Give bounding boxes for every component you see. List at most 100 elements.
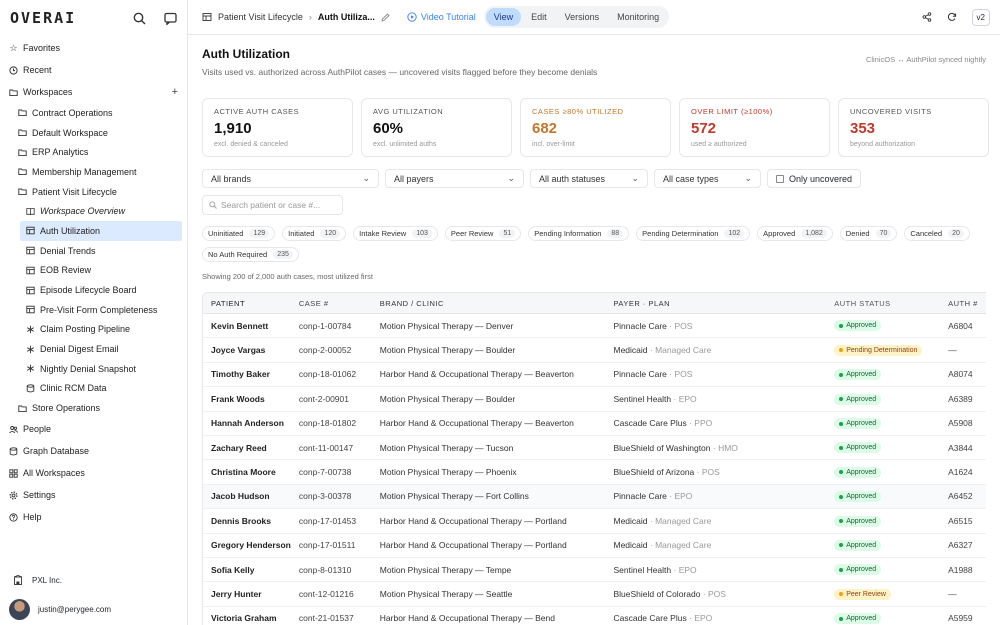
user-menu[interactable]: justin@perygee.com <box>0 593 187 625</box>
breadcrumb-parent[interactable]: Patient Visit Lifecycle <box>218 12 303 22</box>
brand-select[interactable]: All brands ⌄ <box>202 169 379 188</box>
column-header-auth[interactable]: AUTH # <box>948 299 986 308</box>
table-row[interactable]: Frank Woods cont-2-00901 Motion Physical T… <box>203 387 986 412</box>
search-input[interactable]: Search patient or case #... <box>202 195 343 215</box>
main-content: Auth Utilization Visits used vs. authori… <box>188 36 1000 625</box>
version-badge[interactable]: v2 <box>971 8 990 26</box>
cell-status: Approved <box>834 442 948 454</box>
brand-select-value: All brands <box>211 173 252 184</box>
table-row[interactable]: Zachary Reed cont-11-00147 Motion Physical… <box>203 436 986 461</box>
sidebar-item-erp-analytics[interactable]: ERP Analytics <box>0 142 187 162</box>
table-row[interactable]: Christina Moore conp-7-00738 Motion Physic… <box>203 460 986 485</box>
tab-versions[interactable]: Versions <box>557 8 608 26</box>
sidebar-item-all-workspaces[interactable]: All Workspaces <box>0 462 187 484</box>
sidebar-item-pre-visit-form-completeness[interactable]: Pre-Visit Form Completeness <box>0 300 187 320</box>
chip-count: 102 <box>724 229 745 238</box>
chat-icon[interactable] <box>164 12 177 25</box>
payer-name: Cascade Care Plus <box>613 613 687 624</box>
cell-status: Approved <box>834 418 948 429</box>
checkbox[interactable] <box>776 174 784 183</box>
pencil-icon[interactable] <box>381 12 390 22</box>
sidebar-item-label: All Workspaces <box>23 468 85 478</box>
sidebar-item-favorites[interactable]: ☆ Favorites <box>0 37 187 59</box>
column-header-patient[interactable]: PATIENT <box>203 299 299 308</box>
sidebar-item-clinic-rcm-data[interactable]: Clinic RCM Data <box>0 379 187 399</box>
cell-status: Approved <box>834 393 948 405</box>
table-row[interactable]: Timothy Baker conp-18-01062 Harbor Hand & … <box>203 363 986 388</box>
tab-view[interactable]: View <box>485 8 522 26</box>
tab-edit[interactable]: Edit <box>523 8 555 26</box>
tab-monitoring[interactable]: Monitoring <box>609 8 667 26</box>
chevron-down-icon: ⌄ <box>631 173 639 183</box>
refresh-icon[interactable] <box>947 12 957 22</box>
table-row[interactable]: Jacob Hudson conp-3-00378 Motion Physical … <box>203 484 986 510</box>
workflow-icon <box>26 345 35 354</box>
table-row[interactable]: Sofia Kelly conp-8-01310 Motion Physical T… <box>203 558 986 583</box>
status-chip-pending-determination[interactable]: Pending Determination 102 <box>636 226 751 241</box>
only-uncovered-toggle[interactable]: Only uncovered <box>767 169 862 188</box>
chip-label: Intake Review <box>359 229 407 238</box>
status-chip-denied[interactable]: Denied 70 <box>839 226 898 241</box>
share-icon[interactable] <box>922 12 932 22</box>
column-header-payer-plan[interactable]: PAYER · PLAN <box>613 299 834 308</box>
sidebar-item-contract-operations[interactable]: Contract Operations <box>0 103 187 123</box>
status-chip-canceled[interactable]: Canceled 20 <box>904 226 970 241</box>
sidebar-item-label: Store Operations <box>32 403 101 414</box>
table-row[interactable]: Jerry Hunter cont-12-01216 Motion Physical… <box>203 582 986 607</box>
payer-select[interactable]: All payers ⌄ <box>385 169 524 188</box>
sidebar-item-membership-management[interactable]: Membership Management <box>0 162 187 182</box>
sidebar-item-settings[interactable]: Settings <box>0 484 187 506</box>
column-header-case[interactable]: CASE # <box>299 299 380 308</box>
search-icon[interactable] <box>133 12 146 25</box>
kpi-value: 353 <box>850 120 876 137</box>
sidebar-item-workspace-overview[interactable]: Workspace Overview <box>0 201 187 221</box>
sidebar-item-denial-digest-email[interactable]: Denial Digest Email <box>0 339 187 359</box>
sidebar-item-graph-database[interactable]: Graph Database <box>0 440 187 462</box>
status-chip-no-auth-required[interactable]: No Auth Required 235 <box>202 247 299 262</box>
status-select[interactable]: All auth statuses ⌄ <box>530 169 648 188</box>
sidebar-item-default-workspace[interactable]: Default Workspace <box>0 123 187 143</box>
video-tutorial-link[interactable]: Video Tutorial <box>407 12 476 22</box>
cell-clinic: Harbor Hand & Occupational Therapy — Ben… <box>379 613 555 624</box>
table-row[interactable]: Gregory Henderson conp-17-01511 Harbor Han… <box>203 534 986 558</box>
sidebar-item-claim-posting-pipeline[interactable]: Claim Posting Pipeline <box>0 320 187 340</box>
table-row[interactable]: Joyce Vargas conp-2-00052 Motion Physical … <box>203 338 986 363</box>
column-header-auth-status[interactable]: AUTH STATUS <box>834 299 948 308</box>
add-workspace-button[interactable]: + <box>172 86 178 98</box>
sidebar-item-help[interactable]: Help <box>0 506 187 528</box>
sidebar-item-patient-visit-lifecycle[interactable]: Patient Visit Lifecycle <box>0 182 187 202</box>
status-chip-pending-information[interactable]: Pending Information 88 <box>528 226 630 241</box>
sidebar-item-store-operations[interactable]: Store Operations <box>0 398 187 418</box>
status-chip-approved[interactable]: Approved 1,082 <box>757 226 833 241</box>
table-row[interactable]: Hannah Anderson conp-18-01802 Harbor Hand … <box>203 412 986 436</box>
cell-clinic: Harbor Hand & Occupational Therapy — Bea… <box>379 369 574 380</box>
sidebar-item-denial-trends[interactable]: Denial Trends <box>0 241 187 261</box>
logo[interactable]: OVERAI <box>10 9 76 27</box>
table-row[interactable]: Dennis Brooks conp-17-01453 Harbor Hand & … <box>203 509 986 534</box>
chevron-down-icon: ⌄ <box>507 173 515 183</box>
sidebar-item-episode-lifecycle-board[interactable]: Episode Lifecycle Board <box>0 280 187 300</box>
case-type-select[interactable]: All case types ⌄ <box>654 169 761 188</box>
status-label: Approved <box>846 566 877 574</box>
table-row[interactable]: Kevin Bennett conp-1-00784 Motion Physical… <box>203 314 986 339</box>
sidebar-item-recent[interactable]: Recent <box>0 59 187 81</box>
status-badge: Approved <box>834 539 882 551</box>
sidebar-item-label: Help <box>23 512 42 522</box>
sidebar-item-eob-review[interactable]: EOB Review <box>0 261 187 281</box>
sidebar-item-people[interactable]: People <box>0 418 187 440</box>
sidebar-item-nightly-denial-snapshot[interactable]: Nightly Denial Snapshot <box>0 359 187 379</box>
sidebar-item-auth-utilization[interactable]: Auth Utilization <box>20 221 182 241</box>
status-chip-peer-review[interactable]: Peer Review 51 <box>444 226 522 241</box>
status-chip-intake-review[interactable]: Intake Review 103 <box>353 226 438 241</box>
table-row[interactable]: Victoria Graham cont-21-01537 Harbor Hand … <box>203 607 986 625</box>
sidebar-item-label: Default Workspace <box>32 127 108 138</box>
sidebar-item-workspaces[interactable]: Workspaces + <box>0 81 187 103</box>
payer-name: BlueShield of Washington <box>613 442 711 453</box>
column-header-brand-clinic[interactable]: BRAND / CLINIC <box>380 299 614 308</box>
search-placeholder: Search patient or case #... <box>221 200 321 210</box>
org-switcher[interactable]: PXL Inc. <box>0 567 187 593</box>
status-chip-uninitiated[interactable]: Uninitiated 129 <box>202 226 276 241</box>
cell-status: Approved <box>834 369 948 381</box>
status-chip-initiated[interactable]: Initiated 120 <box>282 226 347 241</box>
kpi-card-over-limit-100: OVER LIMIT (≥100%) 572 used ≥ authorized <box>679 98 830 157</box>
